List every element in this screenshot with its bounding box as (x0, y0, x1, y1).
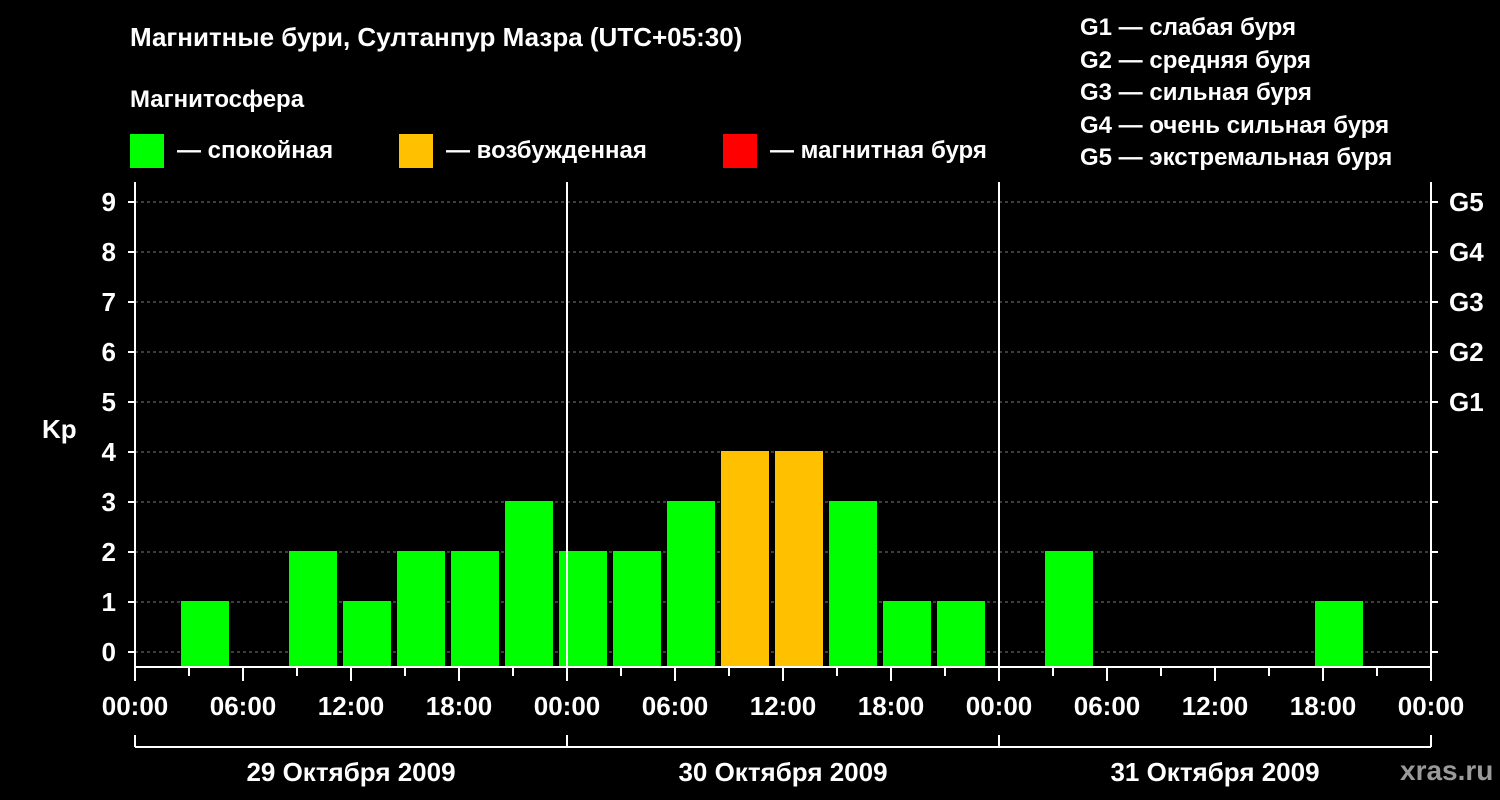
bar-0 (181, 601, 229, 667)
day-label-2: 31 Октября 2009 (1110, 757, 1319, 787)
x-tick-label-3: 18:00 (426, 691, 493, 721)
y-tick-label-5: 5 (102, 387, 116, 417)
bar-4 (451, 551, 499, 667)
right-label-g1: G1 (1449, 387, 1484, 417)
x-tick-label-5: 06:00 (642, 691, 709, 721)
bar-2 (343, 601, 391, 667)
bar-8 (667, 501, 715, 667)
bar-5 (505, 501, 553, 667)
y-tick-label-9: 9 (102, 187, 116, 217)
y-tick-label-1: 1 (102, 587, 116, 617)
bar-12 (883, 601, 931, 667)
x-tick-label-12: 00:00 (1398, 691, 1465, 721)
bar-15 (1315, 601, 1363, 667)
right-label-g4: G4 (1449, 237, 1484, 267)
bar-14 (1045, 551, 1093, 667)
x-tick-label-11: 18:00 (1290, 691, 1357, 721)
bar-9 (721, 451, 769, 667)
x-tick-label-6: 12:00 (750, 691, 817, 721)
y-axis-title: Kp (42, 414, 77, 444)
bar-7 (613, 551, 661, 667)
y-tick-label-2: 2 (102, 537, 116, 567)
y-tick-label-3: 3 (102, 487, 116, 517)
kp-chart: 0 1 2 3 4 5 6 7 8 9 Kp G1 G2 G3 G4 G5 00:00 06:00 12:00 18:… (42, 182, 1484, 787)
day-label-1: 30 Октября 2009 (678, 757, 887, 787)
x-tick-label-2: 12:00 (318, 691, 385, 721)
x-tick-label-0: 00:00 (102, 691, 169, 721)
x-tick-label-1: 06:00 (210, 691, 277, 721)
y-tick-label-8: 8 (102, 237, 116, 267)
x-tick-label-8: 00:00 (966, 691, 1033, 721)
y-tick-label-7: 7 (102, 287, 116, 317)
x-tick-label-10: 12:00 (1182, 691, 1249, 721)
right-label-g5: G5 (1449, 187, 1484, 217)
y-tick-label-0: 0 (102, 637, 116, 667)
day-label-0: 29 Октября 2009 (246, 757, 455, 787)
watermark: xras.ru (1400, 755, 1494, 786)
bar-13 (937, 601, 985, 667)
y-tick-label-4: 4 (102, 437, 117, 467)
x-tick-label-7: 18:00 (858, 691, 925, 721)
bar-1 (289, 551, 337, 667)
x-tick-label-4: 00:00 (534, 691, 601, 721)
bar-10 (775, 451, 823, 667)
y-tick-label-6: 6 (102, 337, 116, 367)
x-tick-label-9: 06:00 (1074, 691, 1141, 721)
right-label-g3: G3 (1449, 287, 1484, 317)
bar-3 (397, 551, 445, 667)
right-label-g2: G2 (1449, 337, 1484, 367)
bar-11 (829, 501, 877, 667)
